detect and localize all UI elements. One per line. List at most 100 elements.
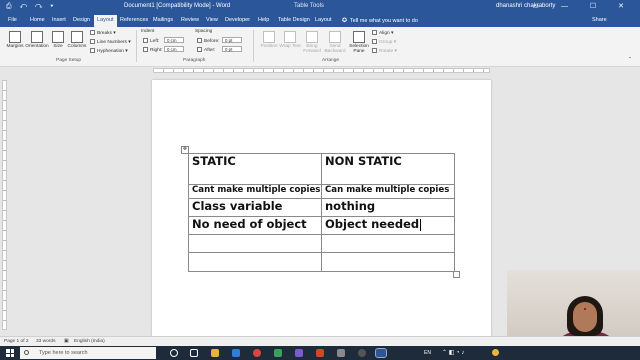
collapse-ribbon-icon[interactable]: ˆ (629, 58, 631, 64)
spacing-after-input[interactable]: 0 pt (222, 46, 242, 52)
file-explorer-icon[interactable] (211, 349, 219, 357)
spacing-label: Spacing (195, 29, 213, 34)
table-cell[interactable] (188, 234, 322, 253)
table-cell[interactable]: nothing (321, 198, 455, 217)
cortana-icon[interactable] (170, 349, 178, 357)
tab-mailings[interactable]: Mailings (153, 17, 173, 23)
indent-left-input[interactable]: 0 cm (164, 37, 184, 43)
hyphenation-label: Hyphenation (97, 48, 124, 54)
indent-right-input[interactable]: 0 cm (164, 46, 184, 52)
tab-home[interactable]: Home (30, 17, 45, 23)
weather-icon[interactable] (492, 349, 499, 356)
columns-label: Columns (67, 44, 87, 49)
table-cell[interactable] (321, 252, 455, 272)
spacing-before-icon (197, 38, 202, 43)
share-button[interactable]: Share (592, 17, 607, 23)
table-row (188, 252, 455, 272)
columns-button[interactable]: Columns (66, 31, 88, 49)
tab-insert[interactable]: Insert (52, 17, 66, 23)
position-button[interactable]: Position (257, 31, 281, 49)
bring-forward-button[interactable]: Bring Forward (300, 31, 324, 54)
proofing-icon[interactable]: ▣ (64, 339, 69, 344)
table-cell[interactable]: Can make multiple copies (321, 184, 455, 199)
tell-me-text: Tell me what you want to do (350, 18, 418, 24)
comparison-table[interactable]: STATIC NON STATIC Cant make multiple cop… (188, 153, 455, 272)
tab-table-design[interactable]: Table Design (278, 17, 310, 23)
task-view-icon[interactable] (190, 349, 198, 357)
word-icon[interactable] (375, 348, 387, 358)
presenter-face (573, 302, 597, 332)
tab-help[interactable]: Help (258, 17, 269, 23)
tab-design[interactable]: Design (73, 17, 90, 23)
app-icon[interactable] (358, 349, 366, 357)
window-controls[interactable]: ▭ — ☐ ✕ (532, 2, 634, 10)
hyphenation-button[interactable]: Hyphenation ▾ (90, 48, 128, 54)
line-numbers-button[interactable]: Line Numbers ▾ (90, 39, 131, 45)
powerpoint-icon[interactable] (316, 349, 324, 357)
table-row: STATIC NON STATIC (188, 153, 455, 185)
document-title: Document1 [Compatibility Mode] - Word (124, 3, 231, 9)
table-resize-handle[interactable] (453, 271, 460, 278)
spacing-before-input[interactable]: 0 pt (222, 37, 242, 43)
tab-file[interactable]: File (8, 17, 17, 23)
tab-view[interactable]: View (206, 17, 218, 23)
columns-icon (71, 31, 83, 43)
size-label: Size (53, 44, 63, 49)
quick-access-toolbar[interactable]: ⎙ ↶ ↷ ▾ (6, 3, 56, 11)
spacing-before-label: Before: (197, 38, 219, 44)
chrome-icon[interactable] (253, 349, 261, 357)
title-bar: ⎙ ↶ ↷ ▾ Document1 [Compatibility Mode] -… (0, 0, 640, 14)
size-button[interactable]: Size (51, 31, 65, 49)
table-cell[interactable]: Class variable (188, 198, 322, 217)
system-tray-icons[interactable]: ⌃ ◧ ◔ ♪ (442, 349, 464, 356)
table-cell[interactable]: Cant make multiple copies (188, 184, 322, 199)
table-cell[interactable] (188, 252, 322, 272)
group-icon (372, 39, 377, 44)
table-cell[interactable]: Object needed (321, 216, 455, 235)
document-page[interactable]: ✥ STATIC NON STATIC Cant make multiple c… (152, 80, 491, 336)
breaks-button[interactable]: Breaks ▾ (90, 30, 116, 36)
selection-pane-icon (353, 31, 365, 43)
bring-forward-label: Bring Forward (303, 44, 321, 54)
orientation-button[interactable]: Orientation (24, 31, 50, 49)
tab-table-layout[interactable]: Layout (315, 17, 332, 23)
breaks-icon (90, 30, 95, 35)
horizontal-ruler[interactable] (0, 67, 640, 74)
vertical-ruler[interactable] (2, 80, 7, 330)
selection-pane-button[interactable]: Selection Pane (347, 31, 371, 54)
send-backward-icon (329, 31, 341, 43)
rotate-button[interactable]: Rotate ▾ (372, 48, 397, 54)
taskbar-search-box[interactable]: Type here to search (20, 347, 156, 359)
wrap-text-button[interactable]: Wrap Text (279, 31, 301, 49)
tab-layout[interactable]: Layout (94, 15, 117, 27)
lightbulb-icon: ✪ (342, 18, 348, 24)
language[interactable]: English (India) (74, 339, 105, 344)
page-count[interactable]: Page 1 of 2 (4, 339, 29, 344)
line-numbers-icon (90, 39, 95, 44)
paragraph-group-label: Paragraph (183, 58, 206, 63)
edge-icon[interactable] (232, 349, 240, 357)
indent-left-icon (143, 38, 148, 43)
orientation-icon (31, 31, 43, 43)
tell-me-box[interactable]: ✪ Tell me what you want to do (342, 17, 418, 24)
windows-start-icon[interactable] (6, 349, 14, 357)
margins-button[interactable]: Margins (4, 31, 26, 49)
tab-references[interactable]: References (120, 17, 148, 23)
app-icon[interactable] (295, 349, 303, 357)
position-icon (263, 31, 275, 43)
table-cell[interactable]: STATIC (188, 153, 322, 185)
word-count[interactable]: 33 words (36, 339, 55, 344)
app-icon[interactable] (337, 349, 345, 357)
table-cell[interactable] (321, 234, 455, 253)
app-icon[interactable] (274, 349, 282, 357)
send-backward-button[interactable]: Send Backward (323, 31, 347, 54)
table-cell[interactable]: No need of object (188, 216, 322, 235)
group-button[interactable]: Group ▾ (372, 39, 396, 45)
table-cell[interactable]: NON STATIC (321, 153, 455, 185)
input-language[interactable]: EN (424, 350, 431, 356)
tab-review[interactable]: Review (181, 17, 199, 23)
wrap-text-label: Wrap Text (279, 44, 301, 49)
align-button[interactable]: Align ▾ (372, 30, 393, 36)
tab-developer[interactable]: Developer (225, 17, 250, 23)
table-row: No need of object Object needed (188, 216, 455, 235)
